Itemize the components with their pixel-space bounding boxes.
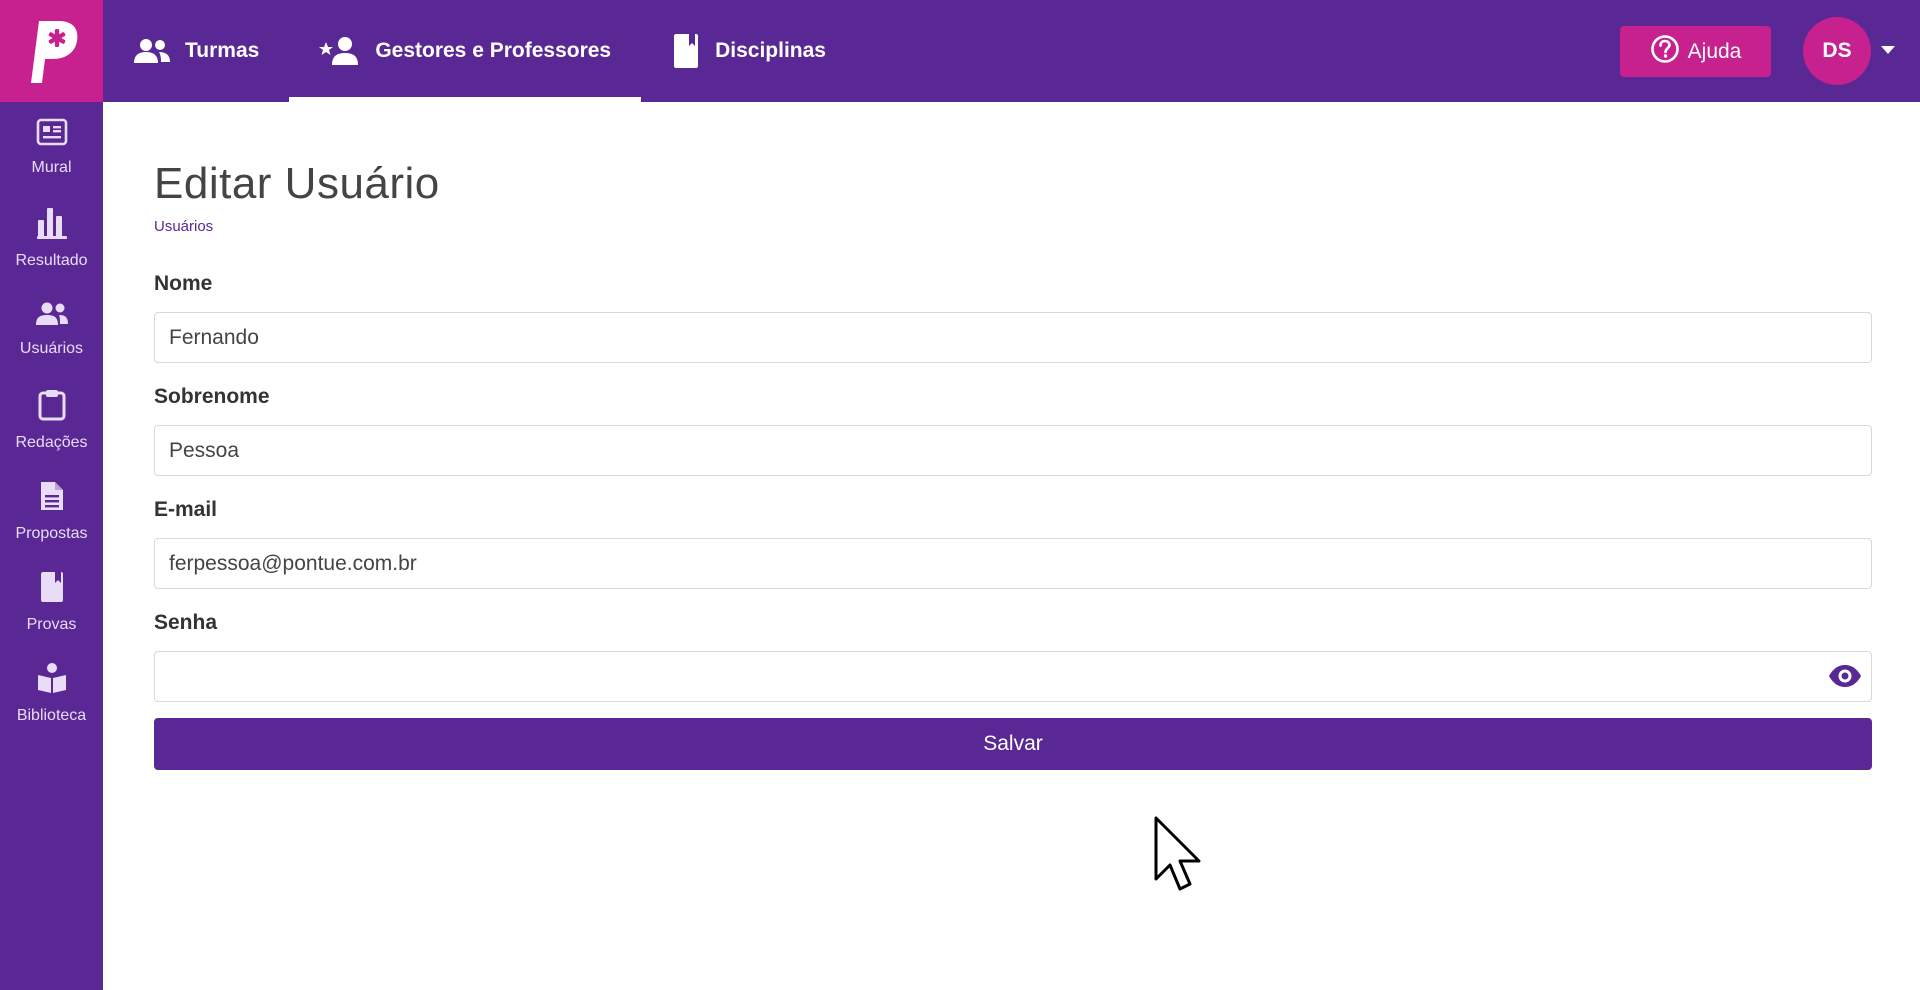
question-circle-icon [1650, 34, 1680, 70]
help-label: Ajuda [1687, 39, 1742, 63]
first-name-group: Nome [154, 272, 1872, 363]
sidebar-item-label: Provas [26, 616, 77, 633]
help-button[interactable]: Ajuda [1620, 26, 1771, 77]
avatar-initials: DS [1822, 39, 1852, 62]
pontue-p-logo-icon[interactable] [0, 0, 103, 102]
sidebar-item-redacoes[interactable]: Redações [0, 375, 103, 466]
sidebar-item-label: Resultado [15, 252, 88, 269]
sidebar-item-label: Mural [31, 159, 72, 176]
save-button[interactable]: Salvar [154, 718, 1872, 770]
users-icon [35, 301, 69, 332]
nav-disciplinas[interactable]: Disciplinas [641, 0, 856, 102]
nav-disciplinas-label: Disciplinas [715, 39, 826, 62]
sidebar-item-biblioteca[interactable]: Biblioteca [0, 648, 103, 739]
sidebar-item-resultado[interactable]: Resultado [0, 193, 103, 284]
app: Turmas Gestores e Professores Disciplina… [0, 0, 1920, 990]
file-text-icon [39, 480, 65, 517]
sidebar: Mural Resultado Usuários Redações Propos… [0, 102, 103, 990]
sidebar-item-label: Biblioteca [16, 707, 87, 724]
nav-turmas[interactable]: Turmas [103, 0, 289, 102]
bar-chart-icon [36, 207, 67, 244]
password-label: Senha [154, 611, 218, 634]
sidebar-item-mural[interactable]: Mural [0, 102, 103, 193]
first-name-label: Nome [154, 272, 213, 295]
sidebar-item-propostas[interactable]: Propostas [0, 466, 103, 557]
email-field[interactable] [154, 538, 1872, 589]
sidebar-item-label: Propostas [15, 525, 88, 542]
last-name-label: Sobrenome [154, 385, 270, 408]
user-star-icon [319, 36, 361, 66]
newspaper-icon [36, 118, 68, 151]
caret-down-icon[interactable] [1880, 42, 1896, 60]
clipboard-icon [38, 389, 66, 426]
top-nav: Turmas Gestores e Professores Disciplina… [103, 0, 856, 102]
page-title: Editar Usuário [154, 159, 440, 208]
sidebar-item-provas[interactable]: Provas [0, 557, 103, 648]
eye-icon[interactable] [1828, 663, 1862, 694]
main-content: Editar Usuário Usuários Nome Sobrenome E… [154, 102, 1872, 770]
first-name-field[interactable] [154, 312, 1872, 363]
users-icon [133, 37, 171, 65]
email-group: E-mail [154, 498, 1872, 589]
avatar[interactable]: DS [1803, 17, 1871, 85]
mouse-pointer-icon [1153, 815, 1205, 900]
sidebar-item-label: Redações [15, 434, 88, 451]
nav-gestores-professores[interactable]: Gestores e Professores [289, 0, 641, 102]
book-reader-icon [36, 662, 68, 699]
password-group: Senha [154, 611, 1872, 702]
last-name-group: Sobrenome [154, 385, 1872, 476]
nav-turmas-label: Turmas [185, 39, 260, 62]
password-field[interactable] [154, 651, 1872, 702]
book-icon [39, 571, 65, 608]
sidebar-item-usuarios[interactable]: Usuários [0, 284, 103, 375]
breadcrumb[interactable]: Usuários [154, 218, 213, 235]
nav-gestores-label: Gestores e Professores [375, 39, 612, 62]
top-navbar: Turmas Gestores e Professores Disciplina… [0, 0, 1920, 102]
email-label: E-mail [154, 498, 218, 521]
book-icon [671, 33, 701, 69]
sidebar-item-label: Usuários [19, 340, 84, 357]
last-name-field[interactable] [154, 425, 1872, 476]
password-wrapper [154, 651, 1872, 702]
